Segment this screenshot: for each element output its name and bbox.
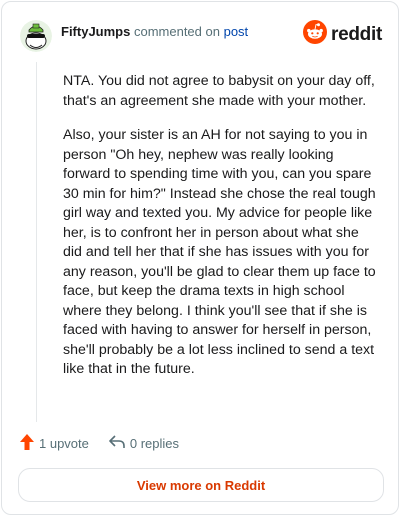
reddit-logo-icon xyxy=(303,20,328,49)
reply-count: 0 replies xyxy=(129,436,180,451)
comment-paragraph: NTA. You did not agree to babysit on you… xyxy=(63,73,375,109)
comment-verb: commented on xyxy=(133,24,220,39)
reply-button[interactable]: 0 replies xyxy=(109,435,179,452)
reddit-wordmark: reddit xyxy=(331,23,382,45)
view-more-button[interactable]: View more on Reddit xyxy=(18,468,384,502)
reply-arrow-icon xyxy=(109,435,125,452)
comment-actions: 1 upvote 0 replies xyxy=(20,434,179,453)
upvote-arrow-icon xyxy=(20,434,34,453)
thread-line xyxy=(36,62,37,422)
comment-meta: FiftyJumps commented on post xyxy=(61,24,248,40)
post-link[interactable]: post xyxy=(224,24,249,39)
comment-card: FiftyJumps commented on post reddit NTA.… xyxy=(1,1,399,515)
comment-body: NTA. You did not agree to babysit on you… xyxy=(63,72,381,395)
username-link[interactable]: FiftyJumps xyxy=(61,24,130,39)
upvote-count: 1 upvote xyxy=(39,436,89,451)
comment-header: FiftyJumps commented on post reddit xyxy=(20,18,382,54)
comment-paragraph: Also, your sister is an AH for not sayin… xyxy=(63,127,376,377)
upvote-button[interactable]: 1 upvote xyxy=(20,434,89,453)
snoo-avatar-icon[interactable] xyxy=(20,20,52,52)
reddit-brand[interactable]: reddit xyxy=(303,20,382,49)
